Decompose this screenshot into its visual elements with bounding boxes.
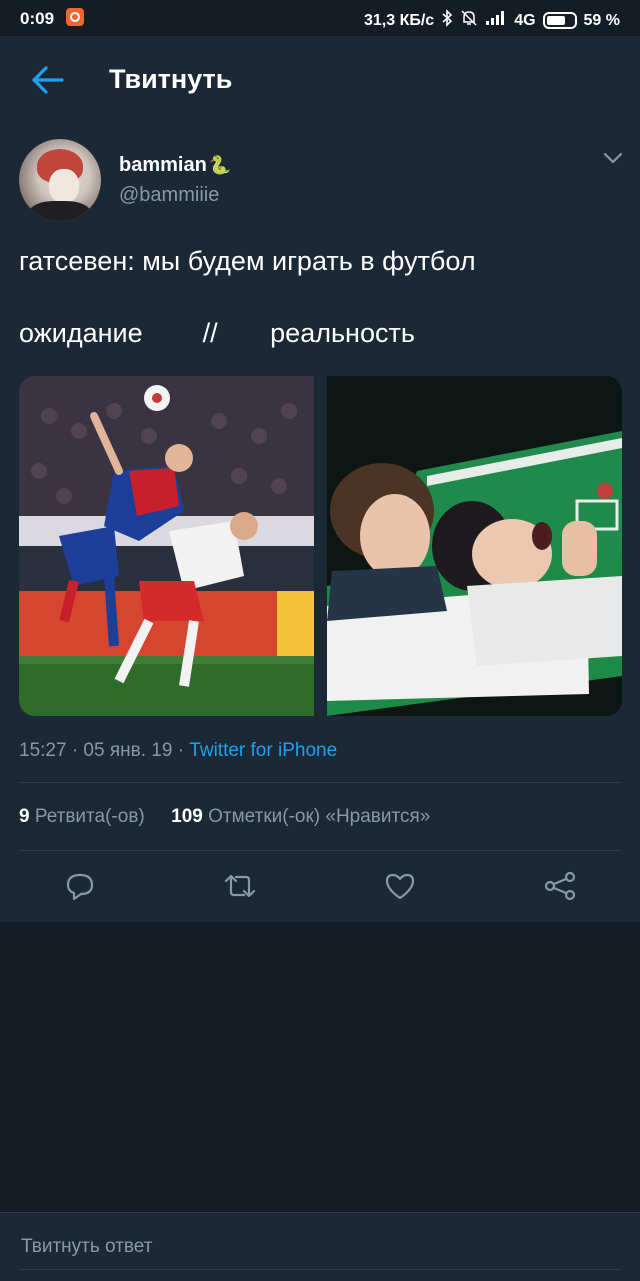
user-handle[interactable]: @bammiiie [119, 184, 219, 207]
app-header: Твитнуть [0, 36, 640, 122]
avatar[interactable] [19, 139, 101, 221]
heart-icon [385, 873, 415, 900]
back-button[interactable] [28, 60, 68, 100]
snake-emoji-icon: 🐍 [208, 155, 232, 175]
page-title: Твитнуть [109, 64, 233, 94]
muted-bell-icon [460, 9, 478, 32]
share-icon [544, 871, 576, 901]
retweet-icon [224, 874, 256, 898]
share-button[interactable] [540, 870, 580, 902]
divider [19, 850, 621, 851]
likes-count[interactable]: 109 [171, 806, 203, 827]
display-name-text: bammian [119, 154, 207, 176]
tweet-text-line-2: ожидание // реальность [19, 318, 415, 348]
like-button[interactable] [380, 870, 420, 902]
network-speed: 31,3 КБ/с [363, 11, 435, 29]
bluetooth-icon [441, 9, 453, 32]
retweets-label[interactable]: Ретвита(-ов) [30, 806, 145, 827]
divider [19, 782, 621, 783]
tweet-text-line-1: гатсевен: мы будем играть в футбол [19, 246, 476, 276]
tweet-meta: 15:27 · 05 янв. 19 · Twitter for iPhone [19, 740, 337, 762]
notification-app-icon [66, 8, 84, 26]
reply-input-underline [19, 1269, 621, 1270]
status-time: 0:09 [20, 9, 55, 28]
reply-icon [66, 873, 94, 901]
status-right-group: 31,3 КБ/с 4G 59 % [364, 9, 620, 32]
tweet-source-link[interactable]: Twitter for iPhone [189, 740, 337, 761]
reply-bar [0, 1212, 640, 1281]
retweets-count[interactable]: 9 [19, 806, 30, 827]
battery-icon [542, 12, 577, 29]
back-arrow-icon [32, 66, 64, 94]
reply-input[interactable] [19, 1231, 623, 1263]
retweet-button[interactable] [220, 870, 260, 902]
tweet-image-football-match[interactable] [19, 376, 314, 716]
network-type: 4G [514, 11, 536, 29]
reply-button[interactable] [60, 870, 100, 902]
chevron-down-icon[interactable] [601, 150, 625, 166]
signal-icon [485, 10, 507, 31]
battery-percent: 59 % [583, 11, 620, 29]
tweet-timestamp: 15:27 · 05 янв. 19 · [19, 740, 190, 761]
tweet-stats: 9 Ретвита(-ов) 109 Отметки(-ок) «Нравитс… [19, 806, 430, 828]
tweet-detail: bammian 🐍 @bammiiie гатсевен: мы будем иг… [0, 122, 640, 922]
tweet-image-table-football[interactable] [327, 376, 622, 716]
status-bar: 0:09 31,3 КБ/с 4G 59 % [0, 0, 640, 36]
display-name[interactable]: bammian 🐍 [119, 154, 231, 177]
likes-label[interactable]: Отметки(-ок) «Нравится» [203, 806, 430, 827]
